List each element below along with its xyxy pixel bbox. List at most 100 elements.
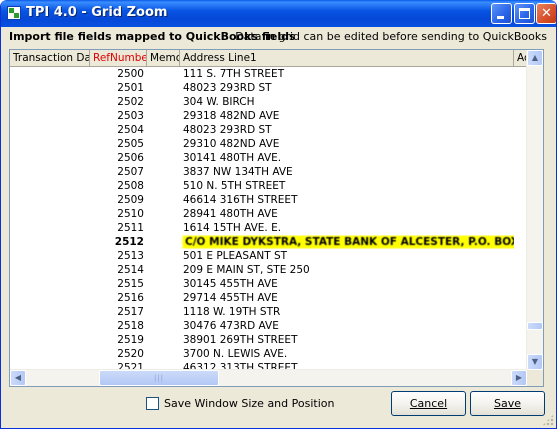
cell-refnumber[interactable]: 2507: [90, 165, 147, 179]
cell-refnumber[interactable]: 2504: [90, 123, 147, 137]
cell-address-line1[interactable]: 29310 482ND AVE: [180, 137, 514, 151]
cell-transaction-date[interactable]: [10, 263, 90, 277]
cell-refnumber[interactable]: 2510: [90, 207, 147, 221]
cell-memo[interactable]: [147, 109, 180, 123]
cell-transaction-date[interactable]: [10, 277, 90, 291]
table-row[interactable]: 2517 1118 W. 19TH STR: [10, 305, 528, 319]
scroll-right-button[interactable]: ▶: [511, 370, 527, 386]
table-row[interactable]: 2512 C/O MIKE DYKSTRA, STATE BANK OF ALCE…: [10, 235, 528, 249]
cell-memo[interactable]: [147, 95, 180, 109]
cell-memo[interactable]: [147, 193, 180, 207]
cell-refnumber[interactable]: 2509: [90, 193, 147, 207]
vertical-scroll-thumb[interactable]: [527, 322, 543, 330]
cell-memo[interactable]: [147, 207, 180, 221]
cell-address-line1[interactable]: 30145 455TH AVE: [180, 277, 514, 291]
cell-address-line1[interactable]: 29714 455TH AVE: [180, 291, 514, 305]
table-row[interactable]: 2510 28941 480TH AVE: [10, 207, 528, 221]
cell-transaction-date[interactable]: [10, 81, 90, 95]
cell-transaction-date[interactable]: [10, 207, 90, 221]
cell-refnumber[interactable]: 2516: [90, 291, 147, 305]
table-row[interactable]: 2520 3700 N. LEWIS AVE.: [10, 347, 528, 361]
cell-memo[interactable]: [147, 277, 180, 291]
table-row[interactable]: 2501 48023 293RD ST: [10, 81, 528, 95]
column-header-transaction-date[interactable]: Transaction Date: [10, 50, 90, 66]
cell-address-line1[interactable]: 46614 316TH STREET: [180, 193, 514, 207]
cell-refnumber[interactable]: 2505: [90, 137, 147, 151]
cell-address-line1[interactable]: 3700 N. LEWIS AVE.: [180, 347, 514, 361]
cell-refnumber[interactable]: 2515: [90, 277, 147, 291]
cell-refnumber[interactable]: 2514: [90, 263, 147, 277]
cell-memo[interactable]: [147, 235, 180, 249]
cell-transaction-date[interactable]: [10, 95, 90, 109]
cell-memo[interactable]: [147, 67, 180, 81]
cell-memo[interactable]: [147, 179, 180, 193]
cell-address-line1[interactable]: 1614 15TH AVE. E.: [180, 221, 514, 235]
table-row[interactable]: 2500 111 S. 7TH STREET: [10, 67, 528, 81]
cell-memo[interactable]: [147, 305, 180, 319]
cell-address-line1[interactable]: 28941 480TH AVE: [180, 207, 514, 221]
scroll-down-button[interactable]: ▼: [527, 354, 543, 370]
save-button[interactable]: Save: [470, 391, 545, 416]
column-header-memo[interactable]: Memo: [147, 50, 180, 66]
cell-refnumber[interactable]: 2513: [90, 249, 147, 263]
data-grid[interactable]: Transaction Date RefNumber Memo Address …: [9, 49, 544, 387]
minimize-button[interactable]: [491, 3, 512, 24]
save-window-size-checkbox[interactable]: [146, 397, 159, 410]
table-row[interactable]: 2515 30145 455TH AVE: [10, 277, 528, 291]
cell-transaction-date[interactable]: [10, 291, 90, 305]
cell-address-line1[interactable]: 510 N. 5TH STREET: [180, 179, 514, 193]
cell-memo[interactable]: [147, 333, 180, 347]
cell-transaction-date[interactable]: [10, 235, 90, 249]
cell-memo[interactable]: [147, 123, 180, 137]
table-row[interactable]: 2503 29318 482ND AVE: [10, 109, 528, 123]
cell-address-line1[interactable]: 111 S. 7TH STREET: [180, 67, 514, 81]
table-row[interactable]: 2505 29310 482ND AVE: [10, 137, 528, 151]
cell-memo[interactable]: [147, 151, 180, 165]
cell-memo[interactable]: [147, 291, 180, 305]
cell-address-line1[interactable]: 304 W. BIRCH: [180, 95, 514, 109]
cell-transaction-date[interactable]: [10, 109, 90, 123]
cell-address-line1[interactable]: 48023 293RD ST: [180, 123, 514, 137]
cell-memo[interactable]: [147, 165, 180, 179]
cell-refnumber[interactable]: 2500: [90, 67, 147, 81]
cell-refnumber[interactable]: 2503: [90, 109, 147, 123]
cell-transaction-date[interactable]: [10, 249, 90, 263]
table-row[interactable]: 2519 38901 269TH STREET: [10, 333, 528, 347]
table-row[interactable]: 2511 1614 15TH AVE. E.: [10, 221, 528, 235]
table-row[interactable]: 2508 510 N. 5TH STREET: [10, 179, 528, 193]
cell-refnumber[interactable]: 2518: [90, 319, 147, 333]
cell-address-line1[interactable]: 48023 293RD ST: [180, 81, 514, 95]
cell-transaction-date[interactable]: [10, 221, 90, 235]
cell-transaction-date[interactable]: [10, 347, 90, 361]
cell-refnumber[interactable]: 2512: [90, 235, 147, 249]
cell-address-line1[interactable]: 1118 W. 19TH STR: [180, 305, 514, 319]
save-window-size-label[interactable]: Save Window Size and Position: [164, 397, 334, 410]
cell-memo[interactable]: [147, 81, 180, 95]
resize-grip[interactable]: [542, 414, 554, 426]
cell-refnumber[interactable]: 2501: [90, 81, 147, 95]
cell-transaction-date[interactable]: [10, 305, 90, 319]
cell-transaction-date[interactable]: [10, 123, 90, 137]
table-row[interactable]: 2513 501 E PLEASANT ST: [10, 249, 528, 263]
maximize-button[interactable]: [514, 3, 535, 24]
table-row[interactable]: 2507 3837 NW 134TH AVE: [10, 165, 528, 179]
cell-transaction-date[interactable]: [10, 333, 90, 347]
table-row[interactable]: 2514 209 E MAIN ST, STE 250: [10, 263, 528, 277]
vertical-scrollbar[interactable]: ▲ ▼: [526, 50, 543, 370]
cell-refnumber[interactable]: 2502: [90, 95, 147, 109]
cell-address-line1[interactable]: 209 E MAIN ST, STE 250: [180, 263, 514, 277]
cell-transaction-date[interactable]: [10, 137, 90, 151]
table-row[interactable]: 2518 30476 473RD AVE: [10, 319, 528, 333]
cell-transaction-date[interactable]: [10, 151, 90, 165]
column-header-address-line1[interactable]: Address Line1: [180, 50, 514, 66]
table-row[interactable]: 2506 30141 480TH AVE.: [10, 151, 528, 165]
cell-address-line1[interactable]: 501 E PLEASANT ST: [180, 249, 514, 263]
table-row[interactable]: 2504 48023 293RD ST: [10, 123, 528, 137]
cell-address-line1[interactable]: 3837 NW 134TH AVE: [180, 165, 514, 179]
scroll-left-button[interactable]: ◀: [10, 370, 26, 386]
column-header-refnumber[interactable]: RefNumber: [90, 50, 147, 66]
cancel-button[interactable]: Cancel: [391, 391, 466, 416]
cell-transaction-date[interactable]: [10, 67, 90, 81]
cell-refnumber[interactable]: 2508: [90, 179, 147, 193]
cell-transaction-date[interactable]: [10, 319, 90, 333]
